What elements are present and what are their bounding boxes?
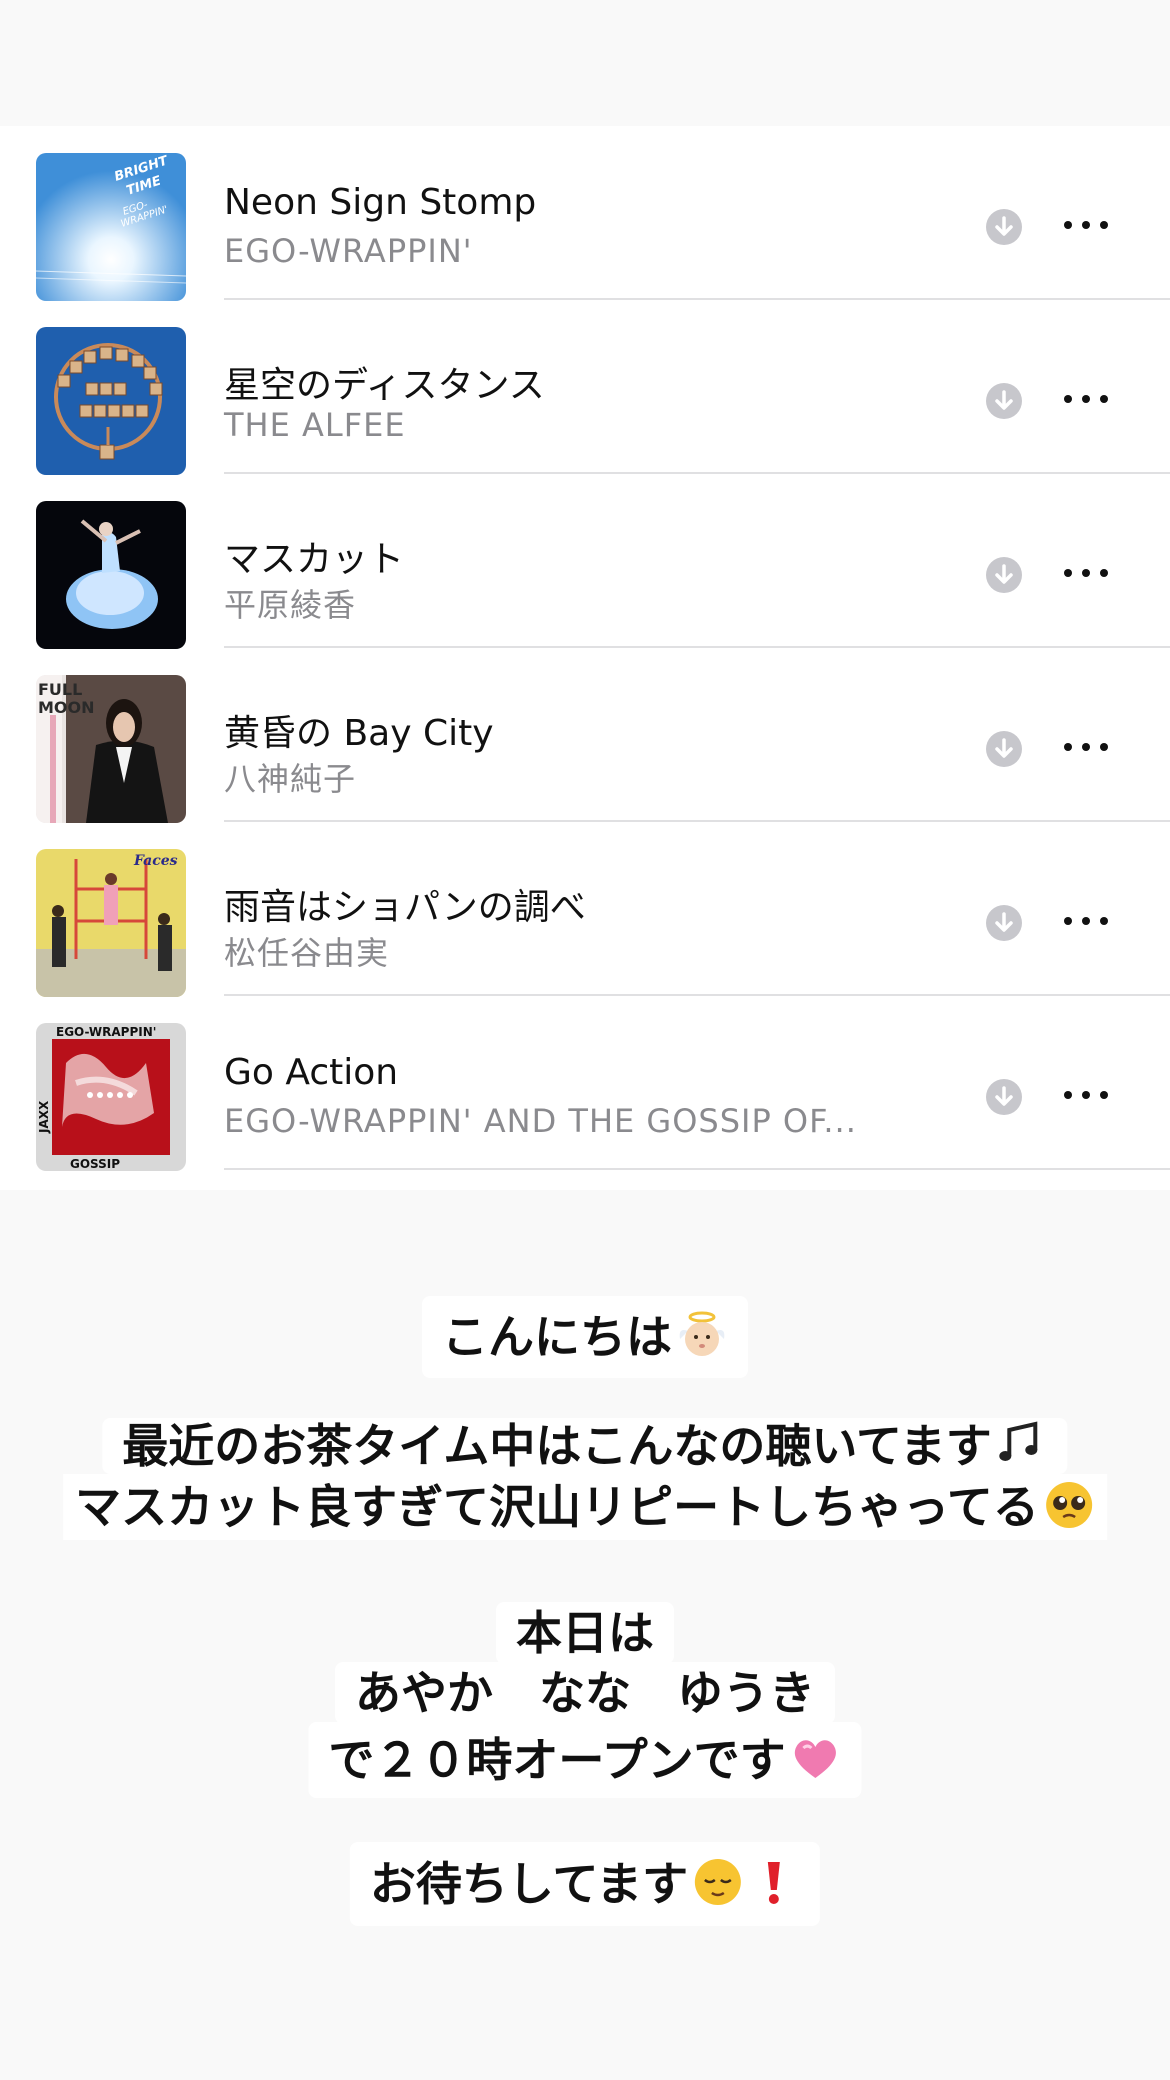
ellipsis-icon[interactable] (1064, 733, 1112, 763)
track-title: マスカット (224, 539, 405, 580)
track-row[interactable]: BRIGHT TIME EGO- WRAPPIN' Neon Sign Stom… (0, 126, 1170, 301)
caption-line-2: マスカット良すぎて沢山リピートしちゃってる (63, 1474, 1107, 1540)
track-title: Neon Sign Stomp (224, 182, 537, 223)
ellipsis-icon[interactable] (1064, 907, 1112, 937)
download-icon[interactable] (986, 557, 1022, 593)
music-notes-emoji (996, 1418, 1048, 1470)
track-row[interactable]: EGO-WRAPPIN' GOSSIP JAXX Go Action EGO-W… (0, 996, 1170, 1171)
track-artist: EGO-WRAPPIN' (224, 232, 473, 270)
track-artist: THE ALFEE (224, 406, 406, 444)
ellipsis-icon[interactable] (1064, 385, 1112, 415)
svg-text:EGO-WRAPPIN': EGO-WRAPPIN' (56, 1025, 156, 1039)
track-artist: EGO-WRAPPIN' AND THE GOSSIP OF... (224, 1102, 857, 1140)
track-row[interactable]: FULL MOON 黄昏の Bay City 八神純子 (0, 648, 1170, 823)
pink-heart-emoji (790, 1732, 842, 1784)
download-icon[interactable] (986, 905, 1022, 941)
top-blank-area (0, 0, 1170, 126)
track-artist: 平原綾香 (224, 586, 357, 624)
svg-text:FULL: FULL (38, 680, 82, 699)
pleading-face-emoji (1043, 1479, 1095, 1531)
caption-line-6: お待ちしてます (349, 1842, 821, 1926)
caption-greeting: こんにちは (422, 1296, 748, 1378)
row-divider (224, 1168, 1170, 1170)
baby-angel-emoji (676, 1309, 728, 1361)
caption-line-3: 本日は (496, 1602, 674, 1664)
caption-line-5: で２０時オープンです (308, 1722, 862, 1798)
track-title: 星空のディスタンス (224, 365, 545, 406)
download-icon[interactable] (986, 383, 1022, 419)
download-icon[interactable] (986, 731, 1022, 767)
track-artist: 松任谷由実 (224, 934, 390, 972)
svg-text:MOON: MOON (38, 698, 95, 717)
track-title: 雨音はショパンの調べ (224, 887, 586, 928)
svg-text:GOSSIP: GOSSIP (70, 1157, 120, 1171)
download-icon[interactable] (986, 209, 1022, 245)
track-row[interactable]: Faces 雨音はショパンの調べ 松任谷由実 (0, 822, 1170, 997)
ellipsis-icon[interactable] (1064, 1081, 1112, 1111)
caption-line-6-text: お待ちしてます (369, 1857, 689, 1911)
faces-album-art: Faces (36, 849, 186, 997)
caption-line-1-text: 最近のお茶タイム中はこんなの聴いてます (122, 1419, 992, 1473)
gossip-of-jaxx-album-art: EGO-WRAPPIN' GOSSIP JAXX (36, 1023, 186, 1171)
caption-line-2-text: マスカット良すぎて沢山リピートしちゃってる (75, 1480, 1039, 1534)
svg-text:JAXX: JAXX (37, 1100, 51, 1134)
track-title: 黄昏の Bay City (224, 713, 494, 754)
best-selection-album-art (36, 327, 186, 475)
story-caption: こんにちは 最近のお茶タイム中はこんなの聴いてます マスカット良すぎて沢山リピー… (0, 1190, 1170, 2080)
relieved-face-emoji (692, 1856, 744, 1908)
download-icon[interactable] (986, 1079, 1022, 1115)
track-row[interactable]: 星空のディスタンス THE ALFEE (0, 300, 1170, 475)
ellipsis-icon[interactable] (1064, 559, 1112, 589)
caption-line-4: あやか なな ゆうき (335, 1662, 835, 1724)
svg-text:Faces: Faces (133, 853, 178, 869)
caption-line-1: 最近のお茶タイム中はこんなの聴いてます (102, 1418, 1068, 1474)
ellipsis-icon[interactable] (1064, 211, 1112, 241)
full-moon-album-art: FULL MOON (36, 675, 186, 823)
track-title: Go Action (224, 1052, 399, 1093)
track-list: BRIGHT TIME EGO- WRAPPIN' Neon Sign Stom… (0, 126, 1170, 1190)
caption-greeting-text: こんにちは (442, 1310, 672, 1364)
track-artist: 八神純子 (224, 760, 357, 798)
caption-line-5-text: で２０時オープンです (328, 1733, 786, 1787)
ballerina-album-art (36, 501, 186, 649)
red-exclamation-emoji (748, 1856, 800, 1908)
track-row[interactable]: マスカット 平原綾香 (0, 474, 1170, 649)
bright-time-album-art: BRIGHT TIME EGO- WRAPPIN' (36, 153, 186, 301)
